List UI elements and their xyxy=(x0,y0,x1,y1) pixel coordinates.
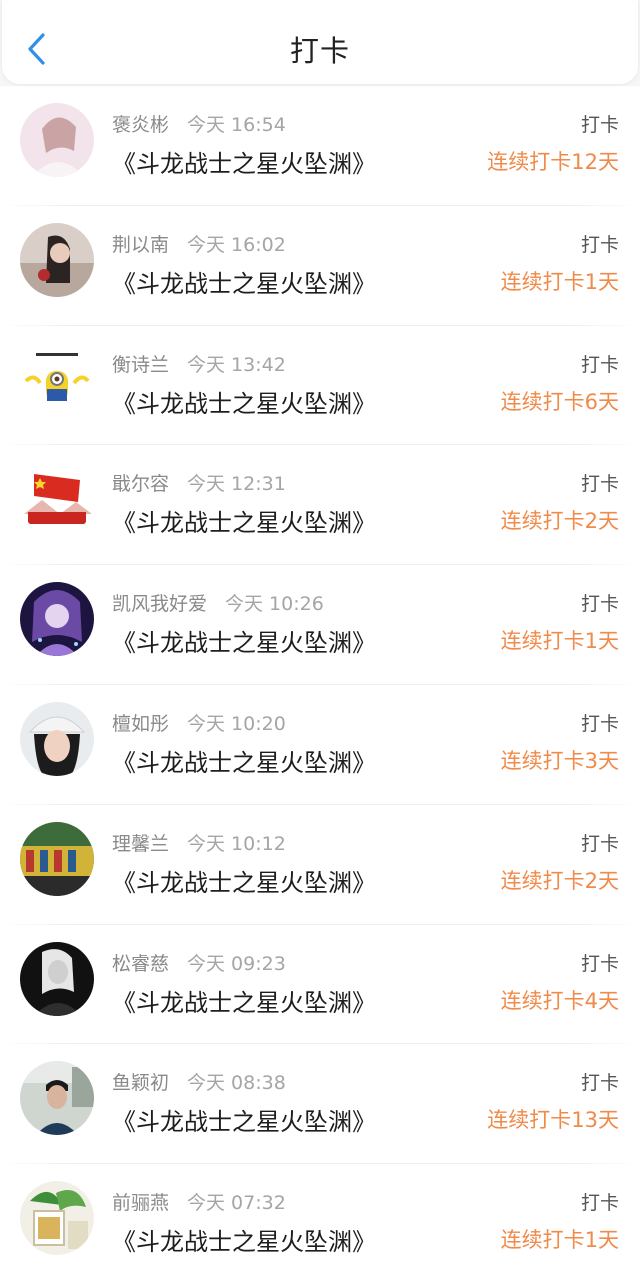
avatar[interactable] xyxy=(20,1181,94,1256)
user-name[interactable]: 荆以南 xyxy=(112,234,169,256)
checkin-time: 今天 07:32 xyxy=(187,1192,286,1215)
book-title[interactable]: 《斗龙战士之星火坠渊》 xyxy=(112,1222,376,1257)
user-meta: 衡诗兰 今天 13:42 xyxy=(112,350,286,377)
checkin-label: 打卡 xyxy=(580,712,619,735)
book-title[interactable]: 《斗龙战士之星火坠渊》 xyxy=(112,863,376,898)
avatar[interactable] xyxy=(20,103,94,177)
checkin-label: 打卡 xyxy=(580,832,619,855)
checkin-time: 今天 10:12 xyxy=(187,832,286,855)
header-card: 打卡 xyxy=(2,0,638,84)
checkin-label: 打卡 xyxy=(580,952,619,975)
user-meta: 理馨兰 今天 10:12 xyxy=(112,829,286,856)
checkin-time: 今天 08:38 xyxy=(187,1072,286,1095)
avatar[interactable] xyxy=(20,582,94,657)
user-meta: 褒炎彬 今天 16:54 xyxy=(112,110,286,137)
book-title[interactable]: 《斗龙战士之星火坠渊》 xyxy=(112,144,376,179)
book-title[interactable]: 《斗龙战士之星火坠渊》 xyxy=(112,503,376,538)
streak-label: 连续打卡4天 xyxy=(500,988,619,1013)
user-name[interactable]: 衡诗兰 xyxy=(112,354,169,376)
user-meta: 荆以南 今天 16:02 xyxy=(112,230,286,257)
avatar[interactable] xyxy=(20,821,94,896)
user-meta: 前骊燕 今天 07:32 xyxy=(112,1188,286,1215)
avatar[interactable] xyxy=(20,222,94,297)
checkin-row[interactable]: 荆以南 今天 16:02 《斗龙战士之星火坠渊》 打卡 连续打卡1天 xyxy=(0,206,640,326)
user-name[interactable]: 松睿慈 xyxy=(112,953,169,975)
checkin-row[interactable]: 檀如彤 今天 10:20 《斗龙战士之星火坠渊》 打卡 连续打卡3天 xyxy=(0,685,640,805)
checkin-row[interactable]: 褒炎彬 今天 16:54 《斗龙战士之星火坠渊》 打卡 连续打卡12天 xyxy=(0,86,640,206)
avatar[interactable] xyxy=(20,342,94,417)
streak-label: 连续打卡12天 xyxy=(487,150,619,174)
checkin-row[interactable]: 鱼颖初 今天 08:38 《斗龙战士之星火坠渊》 打卡 连续打卡13天 xyxy=(0,1044,640,1165)
checkin-label: 打卡 xyxy=(580,353,619,376)
user-meta: 戢尔容 今天 12:31 xyxy=(112,469,286,496)
checkin-label: 打卡 xyxy=(580,114,619,136)
book-title[interactable]: 《斗龙战士之星火坠渊》 xyxy=(112,743,376,778)
book-title[interactable]: 《斗龙战士之星火坠渊》 xyxy=(112,384,376,419)
streak-label: 连续打卡6天 xyxy=(500,389,619,414)
user-name[interactable]: 檀如彤 xyxy=(112,713,169,735)
checkin-label: 打卡 xyxy=(580,593,619,616)
streak-label: 连续打卡2天 xyxy=(500,509,619,534)
checkin-time: 今天 10:20 xyxy=(187,712,286,735)
checkin-row[interactable]: 凯风我好爱 今天 10:26 《斗龙战士之星火坠渊》 打卡 连续打卡1天 xyxy=(0,565,640,685)
streak-label: 连续打卡1天 xyxy=(500,1228,619,1253)
streak-label: 连续打卡13天 xyxy=(487,1108,619,1133)
book-title[interactable]: 《斗龙战士之星火坠渊》 xyxy=(112,264,376,299)
user-name[interactable]: 戢尔容 xyxy=(112,473,169,495)
checkin-row[interactable]: 理馨兰 今天 10:12 《斗龙战士之星火坠渊》 打卡 连续打卡2天 xyxy=(0,805,640,925)
avatar[interactable] xyxy=(20,1061,94,1136)
checkin-label: 打卡 xyxy=(580,233,619,256)
checkin-row[interactable]: 衡诗兰 今天 13:42 《斗龙战士之星火坠渊》 打卡 连续打卡6天 xyxy=(0,326,640,446)
streak-label: 连续打卡1天 xyxy=(500,269,619,294)
book-title[interactable]: 《斗龙战士之星火坠渊》 xyxy=(112,1102,376,1137)
checkin-time: 今天 16:02 xyxy=(187,233,286,256)
streak-label: 连续打卡1天 xyxy=(500,629,619,654)
user-name[interactable]: 理馨兰 xyxy=(112,833,169,855)
header-bar: 打卡 xyxy=(0,0,640,86)
avatar[interactable] xyxy=(20,462,94,537)
checkin-row[interactable]: 前骊燕 今天 07:32 《斗龙战士之星火坠渊》 打卡 连续打卡1天 xyxy=(0,1164,640,1284)
user-name[interactable]: 鱼颖初 xyxy=(112,1072,169,1094)
checkin-time: 今天 09:23 xyxy=(187,952,286,975)
book-title[interactable]: 《斗龙战士之星火坠渊》 xyxy=(112,983,376,1018)
user-name[interactable]: 凯风我好爱 xyxy=(112,593,207,615)
checkin-time: 今天 16:54 xyxy=(187,114,286,136)
page-title: 打卡 xyxy=(289,34,350,68)
user-meta: 鱼颖初 今天 08:38 xyxy=(112,1068,286,1095)
checkin-label: 打卡 xyxy=(580,1192,619,1215)
checkin-time: 今天 10:26 xyxy=(225,593,324,616)
checkin-row[interactable]: 松睿慈 今天 09:23 《斗龙战士之星火坠渊》 打卡 连续打卡4天 xyxy=(0,925,640,1045)
checkin-list: 褒炎彬 今天 16:54 《斗龙战士之星火坠渊》 打卡 连续打卡12天 荆以南 今天… xyxy=(0,86,640,1284)
user-name[interactable]: 前骊燕 xyxy=(112,1192,169,1214)
user-name[interactable]: 褒炎彬 xyxy=(112,114,169,136)
avatar[interactable] xyxy=(20,941,94,1016)
checkin-row[interactable]: 戢尔容 今天 12:31 《斗龙战士之星火坠渊》 打卡 连续打卡2天 xyxy=(0,445,640,566)
user-meta: 松睿慈 今天 09:23 xyxy=(112,949,286,976)
checkin-label: 打卡 xyxy=(580,1072,619,1095)
checkin-time: 今天 13:42 xyxy=(187,353,286,376)
checkin-label: 打卡 xyxy=(580,473,619,496)
avatar[interactable] xyxy=(20,701,94,776)
streak-label: 连续打卡3天 xyxy=(500,748,619,773)
book-title[interactable]: 《斗龙战士之星火坠渊》 xyxy=(112,623,376,658)
user-meta: 凯风我好爱 今天 10:26 xyxy=(112,589,324,616)
user-meta: 檀如彤 今天 10:20 xyxy=(112,709,286,736)
streak-label: 连续打卡2天 xyxy=(500,868,619,893)
checkin-time: 今天 12:31 xyxy=(187,473,286,496)
